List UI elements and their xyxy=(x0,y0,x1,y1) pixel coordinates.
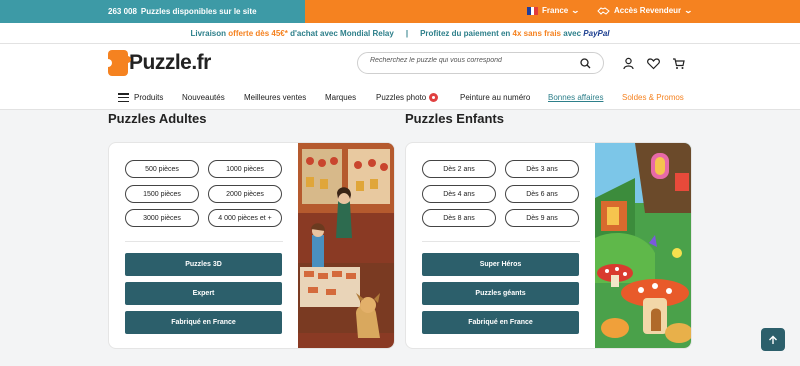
divider xyxy=(422,241,580,242)
pill-4000-plus[interactable]: 4 000 pièces et + xyxy=(208,209,282,227)
promo-banner: Livraison offerte dès 45€* d'achat avec … xyxy=(0,23,800,44)
nav-item-bonnes-affaires[interactable]: Bonnes affaires xyxy=(548,93,603,102)
promo-highlight: 4x sans frais xyxy=(512,28,562,38)
header-icons xyxy=(622,57,685,70)
reseller-label: Accès Revendeur xyxy=(614,6,682,15)
promo-delivery: Livraison offerte dès 45€* d'achat avec … xyxy=(190,29,393,38)
menu-icon[interactable] xyxy=(118,93,129,102)
chevron-down-icon: ⌄ xyxy=(570,6,581,15)
button-puzzles-geants[interactable]: Puzzles géants xyxy=(422,282,579,305)
nav-item-peinture[interactable]: Peinture au numéro xyxy=(460,93,530,102)
nav-item-puzzles-photo[interactable]: Puzzles photo xyxy=(376,93,439,102)
pill-3000[interactable]: 3000 pièces xyxy=(125,209,199,227)
section-title-kids: Puzzles Enfants xyxy=(405,111,504,126)
reseller-access[interactable]: Accès Revendeur ⌄ xyxy=(597,6,694,15)
location-pin-icon xyxy=(429,93,439,102)
arrow-up-icon xyxy=(769,335,777,344)
promo-highlight: offerte dès 45€* xyxy=(228,28,288,38)
language-selector[interactable]: France ⌄ xyxy=(527,6,581,15)
pill-age-6[interactable]: Dès 6 ans xyxy=(505,185,579,203)
handshake-icon xyxy=(597,7,610,15)
nav-item-nouveautes[interactable]: Nouveautés xyxy=(182,93,225,102)
pill-1000[interactable]: 1000 pièces xyxy=(208,160,282,178)
puzzle-count: 263 008 xyxy=(108,7,137,16)
pill-age-3[interactable]: Dès 3 ans xyxy=(505,160,579,178)
section-title-adults: Puzzles Adultes xyxy=(108,111,207,126)
language-label: France xyxy=(542,6,569,15)
top-bar-right: France ⌄ Accès Revendeur ⌄ xyxy=(305,0,800,23)
promo-text: avec xyxy=(563,28,582,38)
button-super-heros[interactable]: Super Héros xyxy=(422,253,579,276)
pill-age-9[interactable]: Dès 9 ans xyxy=(505,209,579,227)
search-icon[interactable] xyxy=(580,58,591,69)
search-bar xyxy=(357,52,604,74)
pill-age-2[interactable]: Dès 2 ans xyxy=(422,160,496,178)
divider xyxy=(125,241,283,242)
back-to-top-button[interactable] xyxy=(761,328,785,351)
promo-text: Profitez du paiement en xyxy=(420,28,511,38)
availability-banner: 263 008 Puzzles disponibles sur le site xyxy=(0,0,305,23)
logo-text: Puzzle.fr xyxy=(129,51,211,74)
promo-text: d'achat avec Mondial Relay xyxy=(290,28,394,38)
nav-item-marques[interactable]: Marques xyxy=(325,93,356,102)
cart-icon[interactable] xyxy=(672,57,685,70)
main-nav: Produits Nouveautés Meilleures ventes Ma… xyxy=(0,85,800,110)
button-expert[interactable]: Expert xyxy=(125,282,282,305)
pill-age-4[interactable]: Dès 4 ans xyxy=(422,185,496,203)
puzzle-piece-icon xyxy=(104,50,131,76)
nav-item-produits[interactable]: Produits xyxy=(134,93,163,102)
heart-icon[interactable] xyxy=(647,57,660,70)
adults-card: 500 pièces 1000 pièces 1500 pièces 2000 … xyxy=(108,142,395,349)
button-puzzles-3d[interactable]: Puzzles 3D xyxy=(125,253,282,276)
pill-age-8[interactable]: Dès 8 ans xyxy=(422,209,496,227)
shop-illustration[interactable] xyxy=(298,143,394,349)
site-logo[interactable]: Puzzle.fr xyxy=(104,50,211,76)
user-icon[interactable] xyxy=(622,57,635,70)
fairy-house-illustration[interactable] xyxy=(595,143,691,349)
nav-item-label: Puzzles photo xyxy=(376,93,427,102)
site-header: Puzzle.fr xyxy=(0,44,800,85)
france-flag-icon xyxy=(527,6,539,15)
nav-item-meilleures-ventes[interactable]: Meilleures ventes xyxy=(244,93,306,102)
promo-payment: Profitez du paiement en 4x sans frais av… xyxy=(420,29,609,38)
nav-item-soldes[interactable]: Soldes & Promos xyxy=(622,93,684,102)
button-fabrique-france[interactable]: Fabriqué en France xyxy=(422,311,579,334)
promo-separator: | xyxy=(405,28,409,38)
search-input[interactable] xyxy=(370,57,570,64)
pill-1500[interactable]: 1500 pièces xyxy=(125,185,199,203)
kids-card: Dès 2 ans Dès 3 ans Dès 4 ans Dès 6 ans … xyxy=(405,142,692,349)
pill-500[interactable]: 500 pièces xyxy=(125,160,199,178)
promo-text: Livraison xyxy=(190,28,227,38)
button-fabrique-france[interactable]: Fabriqué en France xyxy=(125,311,282,334)
paypal-logo: PayPal xyxy=(583,28,610,38)
chevron-down-icon: ⌄ xyxy=(683,6,694,15)
pill-2000[interactable]: 2000 pièces xyxy=(208,185,282,203)
puzzle-count-label: Puzzles disponibles sur le site xyxy=(140,7,257,16)
top-bar: 263 008 Puzzles disponibles sur le site … xyxy=(0,0,800,23)
